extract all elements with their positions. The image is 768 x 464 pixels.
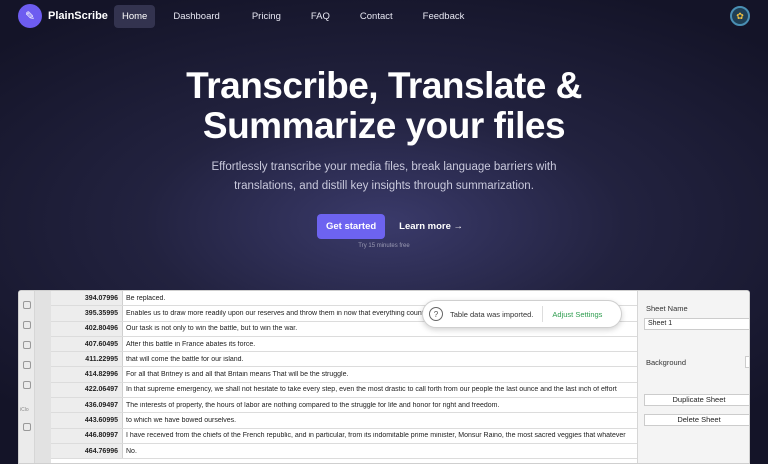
hero-title-line-1: Transcribe, Translate & <box>186 65 582 106</box>
rail-doc-icon[interactable] <box>23 321 31 329</box>
text-cell[interactable]: that will come the battle for our island… <box>123 356 649 363</box>
time-cell[interactable]: 446.80997 <box>51 428 123 443</box>
row-gutter <box>35 291 51 463</box>
rail-home-icon[interactable] <box>23 301 31 309</box>
rail-share-icon[interactable] <box>23 381 31 389</box>
nav-link-contact[interactable]: Contact <box>352 5 401 28</box>
time-cell[interactable]: 407.60495 <box>51 336 123 352</box>
adjust-settings-button[interactable]: Adjust Settings <box>552 310 602 319</box>
time-cell[interactable]: 394.07996 <box>51 291 123 306</box>
time-cell[interactable]: 436.09497 <box>51 398 123 413</box>
delete-sheet-button[interactable]: Delete Sheet <box>644 414 749 426</box>
nav-link-faq[interactable]: FAQ <box>303 5 338 28</box>
toast-message: Table data was imported. <box>450 309 534 319</box>
nav-link-home[interactable]: Home <box>114 5 156 28</box>
nav-link-feedback[interactable]: Feedback <box>415 5 473 28</box>
question-icon: ? <box>429 307 443 321</box>
table-row[interactable]: 446.80997 I have received from the chiefs… <box>51 428 649 444</box>
time-cell[interactable]: 411.22995 <box>51 352 123 367</box>
text-cell[interactable]: For all that Britney is and all that Bri… <box>123 371 649 378</box>
time-cell[interactable]: 414.82996 <box>51 367 123 382</box>
time-cell[interactable]: 464.76996 <box>51 443 123 459</box>
nav-link-pricing[interactable]: Pricing <box>244 5 289 28</box>
background-label: Background <box>646 358 687 367</box>
rail-cloud-icon[interactable] <box>23 423 31 431</box>
sheet-name-input[interactable]: Sheet 1 <box>644 318 749 330</box>
text-cell[interactable]: The interests of property, the hours of … <box>123 402 649 409</box>
hero-title: Transcribe, Translate & Summarize your f… <box>0 66 768 146</box>
nav-link-dashboard[interactable]: Dashboard <box>165 5 227 28</box>
logo-text: PlainScribe <box>48 10 108 22</box>
table-row[interactable]: 411.22995 that will come the battle for o… <box>51 352 649 368</box>
text-cell[interactable]: No. <box>123 448 649 455</box>
sheet-inspector: Sheet Name Sheet 1 Background Duplicate … <box>637 291 749 463</box>
top-nav: ✎ PlainScribe Home Dashboard Pricing FAQ… <box>0 0 768 32</box>
sheet-name-label: Sheet Name <box>646 304 688 313</box>
rail-label: iClo <box>20 407 29 413</box>
rail-clock-icon[interactable] <box>23 361 31 369</box>
user-avatar[interactable]: ✿ <box>730 6 750 26</box>
time-cell[interactable]: 443.60995 <box>51 413 123 428</box>
table-row[interactable]: 443.60995 to which we have bowed ourselve… <box>51 413 649 429</box>
hero-title-line-2: Summarize your files <box>202 105 566 146</box>
table-row[interactable]: 414.82996 For all that Britney is and all… <box>51 367 649 383</box>
get-started-button[interactable]: Get started <box>317 214 386 239</box>
text-cell[interactable]: I have received from the chiefs of the F… <box>123 432 649 439</box>
cta-row: Get started Learn more → <box>317 214 463 239</box>
text-cell[interactable]: to which we have bowed ourselves. <box>123 417 649 424</box>
toast-divider <box>542 306 544 322</box>
table-row[interactable]: 464.76996 No. <box>51 443 649 460</box>
hero-subtitle: Effortlessly transcribe your media files… <box>211 161 557 192</box>
import-toast: ? Table data was imported. Adjust Settin… <box>422 300 622 328</box>
text-cell[interactable]: In that supreme emergency, we shall not … <box>123 386 649 393</box>
nav-links: Home Dashboard Pricing FAQ Contact Feedb… <box>114 5 472 28</box>
time-cell[interactable]: 395.35995 <box>51 306 123 321</box>
learn-more-link[interactable]: Learn more → <box>399 221 463 232</box>
time-cell[interactable]: 422.06497 <box>51 382 123 398</box>
text-cell[interactable]: After this battle in France abates its f… <box>123 341 649 348</box>
table-row[interactable]: 407.60495 After this battle in France aba… <box>51 336 649 353</box>
table-row[interactable]: 422.06497 In that supreme emergency, we s… <box>51 382 649 399</box>
table-row[interactable]: 436.09497 The interests of property, the … <box>51 398 649 414</box>
background-color-swatch[interactable] <box>745 356 749 368</box>
app-preview: iClo 394.07996 Be replaced. 395.35995 Enab… <box>18 290 750 464</box>
logo-pen-icon: ✎ <box>18 4 42 28</box>
duplicate-sheet-button[interactable]: Duplicate Sheet <box>644 394 749 406</box>
side-rail: iClo <box>19 291 35 463</box>
rail-folder-icon[interactable] <box>23 341 31 349</box>
logo[interactable]: ✎ PlainScribe <box>18 4 108 28</box>
time-cell[interactable]: 402.80496 <box>51 321 123 336</box>
trial-note: Try 15 minutes free <box>358 243 410 249</box>
